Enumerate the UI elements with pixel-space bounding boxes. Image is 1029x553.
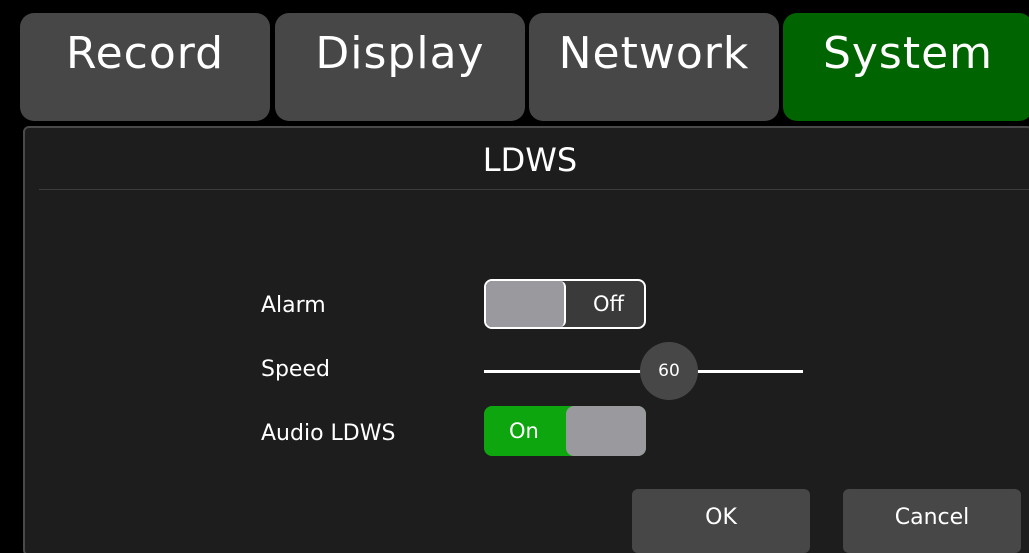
audio-ldws-toggle-state: On xyxy=(509,419,539,443)
ok-button[interactable]: OK xyxy=(632,489,810,553)
audio-ldws-label: Audio LDWS xyxy=(261,421,396,446)
tab-system-label: System xyxy=(822,28,994,79)
alarm-toggle-knob xyxy=(486,281,566,327)
alarm-label: Alarm xyxy=(261,293,326,318)
speed-label: Speed xyxy=(261,357,330,382)
tab-system[interactable]: System xyxy=(783,13,1029,121)
audio-ldws-toggle[interactable]: On xyxy=(484,406,646,456)
dialog-title: LDWS xyxy=(482,141,578,179)
tab-network-label: Network xyxy=(558,28,750,79)
ldws-dialog: LDWS Alarm Off Speed 60 Audio LDWS On OK… xyxy=(23,126,1029,553)
tab-network[interactable]: Network xyxy=(529,13,779,121)
speed-slider-thumb[interactable]: 60 xyxy=(640,342,698,400)
tab-display[interactable]: Display xyxy=(275,13,525,121)
audio-ldws-toggle-knob xyxy=(566,406,646,456)
alarm-toggle[interactable]: Off xyxy=(484,279,646,329)
tab-display-label: Display xyxy=(315,28,485,79)
cancel-button[interactable]: Cancel xyxy=(843,489,1021,553)
tab-record-label: Record xyxy=(65,28,225,79)
alarm-toggle-state: Off xyxy=(593,292,624,316)
ldws-settings-screen: Record Display Network System LDWS Alarm… xyxy=(0,0,1029,553)
title-divider xyxy=(39,189,1029,190)
tab-record[interactable]: Record xyxy=(20,13,270,121)
